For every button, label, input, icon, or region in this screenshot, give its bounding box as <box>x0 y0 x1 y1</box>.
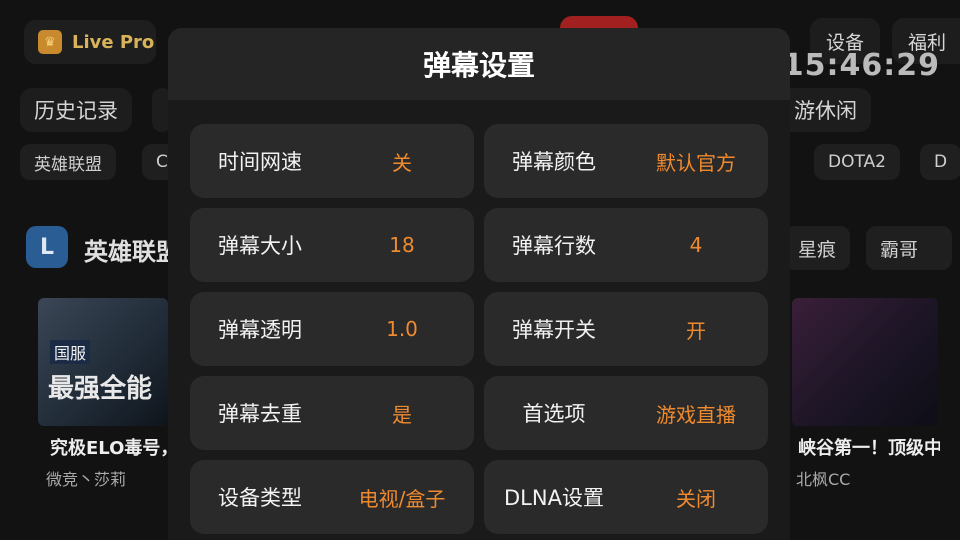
setting-device-type[interactable]: 设备类型 电视/盒子 <box>190 460 474 534</box>
setting-value: 1.0 <box>386 317 418 341</box>
setting-time-network[interactable]: 时间网速 关 <box>190 124 474 198</box>
stream-thumbnail[interactable] <box>792 298 938 426</box>
setting-label: 弹幕颜色 <box>512 150 596 174</box>
setting-label: 首选项 <box>522 402 586 426</box>
brand-button[interactable]: ♛ Live Pro <box>24 20 156 64</box>
setting-value: 是 <box>392 402 412 427</box>
streamer-name: 微竞丶莎莉 <box>46 470 127 489</box>
chip-dota2[interactable]: DOTA2 <box>814 144 900 180</box>
setting-value: 开 <box>686 318 706 343</box>
setting-value: 18 <box>389 233 415 257</box>
setting-danmaku-color[interactable]: 弹幕颜色 默认官方 <box>484 124 768 198</box>
setting-label: 弹幕透明 <box>218 318 302 342</box>
setting-dlna[interactable]: DLNA设置 关闭 <box>484 460 768 534</box>
setting-value: 关闭 <box>676 486 716 511</box>
setting-danmaku-size[interactable]: 弹幕大小 18 <box>190 208 474 282</box>
setting-value: 电视/盒子 <box>358 486 446 511</box>
lol-icon: L <box>26 226 68 268</box>
setting-value: 关 <box>392 150 412 175</box>
setting-danmaku-dedup[interactable]: 弹幕去重 是 <box>190 376 474 450</box>
danmaku-settings-dialog: 弹幕设置 时间网速 关 弹幕颜色 默认官方 弹幕大小 18 弹幕行数 4 弹幕透… <box>168 28 790 540</box>
stream-title[interactable]: 峡谷第一！顶级中 <box>798 434 940 460</box>
section-title: 英雄联盟 <box>84 238 180 266</box>
setting-danmaku-switch[interactable]: 弹幕开关 开 <box>484 292 768 366</box>
thumbnail-text: 国服 <box>50 340 91 364</box>
setting-label: 设备类型 <box>218 486 302 510</box>
setting-danmaku-opacity[interactable]: 弹幕透明 1.0 <box>190 292 474 366</box>
setting-value: 4 <box>689 233 703 257</box>
history-button[interactable]: 历史记录 <box>20 88 132 132</box>
setting-label: DLNA设置 <box>504 486 604 510</box>
tag-xinghen[interactable]: 星痕 <box>784 226 851 270</box>
clock: 15:46:29 <box>782 48 940 83</box>
setting-value: 游戏直播 <box>656 402 736 427</box>
casual-games-button[interactable]: 游休闲 <box>780 88 871 132</box>
chip-partial-d[interactable]: D <box>920 144 960 180</box>
setting-label: 弹幕开关 <box>512 318 596 342</box>
chip-lol[interactable]: 英雄联盟 <box>20 144 116 180</box>
setting-label: 弹幕大小 <box>218 234 302 258</box>
settings-grid: 时间网速 关 弹幕颜色 默认官方 弹幕大小 18 弹幕行数 4 弹幕透明 1.0… <box>190 124 770 534</box>
crown-icon: ♛ <box>38 30 62 54</box>
stream-title[interactable]: 究极ELO毒号， <box>50 434 178 460</box>
dialog-title: 弹幕设置 <box>422 49 535 82</box>
setting-label: 时间网速 <box>218 150 302 174</box>
setting-label: 弹幕行数 <box>512 234 596 258</box>
tag-bage[interactable]: 霸哥 <box>866 226 952 270</box>
dialog-header: 弹幕设置 <box>168 28 790 100</box>
setting-value: 默认官方 <box>656 150 736 175</box>
thumbnail-text-2: 最强全能 <box>48 374 153 404</box>
stream-thumbnail[interactable]: 国服 最强全能 <box>38 298 168 426</box>
brand-name: Live Pro <box>72 31 155 53</box>
streamer-name: 北枫CC <box>796 470 851 489</box>
setting-danmaku-rows[interactable]: 弹幕行数 4 <box>484 208 768 282</box>
setting-preference[interactable]: 首选项 游戏直播 <box>484 376 768 450</box>
setting-label: 弹幕去重 <box>218 402 302 426</box>
